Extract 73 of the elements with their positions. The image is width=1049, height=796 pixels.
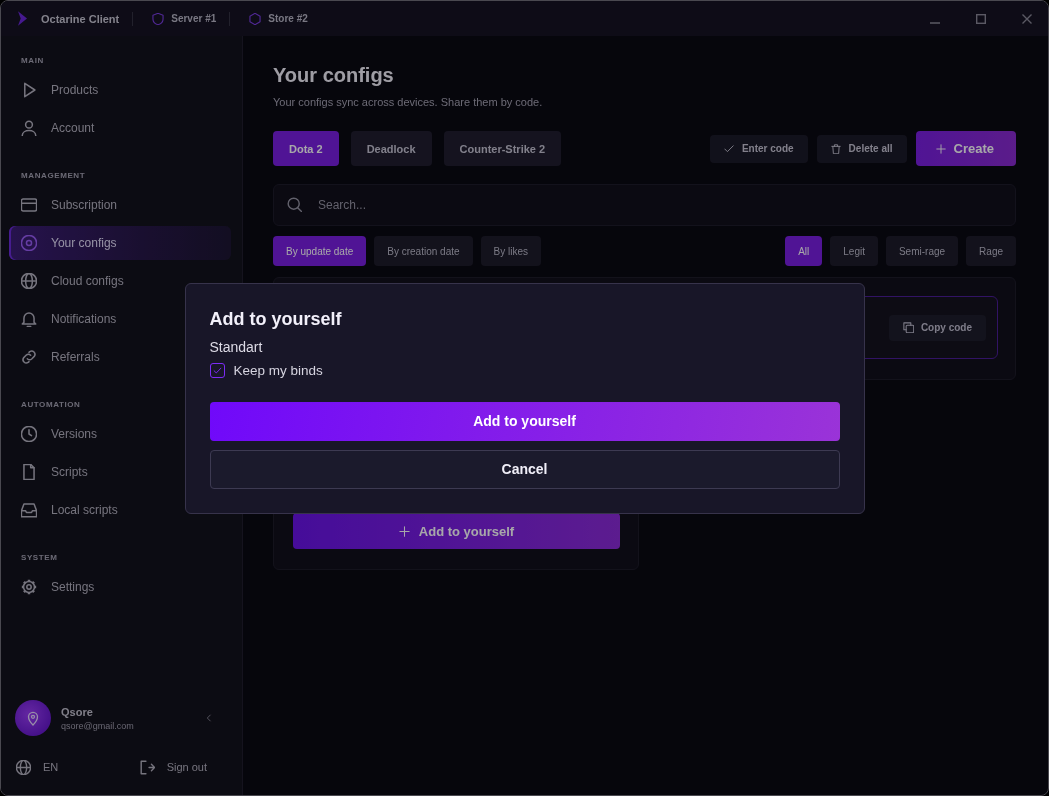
app-name: Octarine Client [41, 12, 120, 25]
card-icon [21, 197, 37, 213]
sidebar-item[interactable]: Notifications [9, 302, 129, 336]
copy-code-button[interactable]: Copy code [888, 314, 986, 341]
trash-icon [830, 143, 841, 154]
shield-icon [152, 12, 165, 25]
inbox-icon [21, 502, 37, 518]
sidebar-item[interactable]: Referrals [9, 340, 112, 374]
check-icon [212, 367, 222, 374]
title-bar-link[interactable]: Store #2 [249, 12, 308, 25]
close-icon[interactable] [1022, 13, 1032, 24]
section-label: MAIN [20, 56, 44, 66]
game-tab[interactable]: Deadlock [350, 131, 432, 166]
copy-icon [902, 322, 914, 333]
sidebar-item[interactable]: Local scripts [9, 493, 130, 527]
globe-icon [16, 759, 31, 775]
sidebar-item[interactable]: Account [9, 111, 107, 145]
sidebar-item[interactable]: Versions [9, 417, 110, 451]
check-icon [723, 143, 734, 154]
gear-icon [21, 579, 37, 595]
confirm-button[interactable]: Add to yourself [209, 401, 840, 441]
link-icon [21, 349, 37, 365]
sidebar-item[interactable]: Scripts [9, 455, 100, 489]
sidebar-item[interactable]: Settings [9, 570, 107, 604]
filter-button[interactable]: Legit [830, 236, 878, 266]
plus-icon [398, 525, 410, 537]
filter-button[interactable]: All [785, 236, 823, 266]
section-label: AUTOMATION [20, 400, 81, 410]
avatar-icon[interactable] [15, 700, 51, 736]
maximize-icon[interactable] [976, 13, 986, 24]
search-icon [287, 197, 302, 212]
action-button[interactable]: Delete all [816, 134, 907, 163]
globe-icon [21, 273, 37, 289]
sort-button[interactable]: By likes [480, 236, 541, 266]
game-tab[interactable]: Counter-Strike 2 [443, 131, 562, 166]
page-title: Your configs [273, 63, 395, 88]
add-button[interactable]: Add to yourself [293, 513, 620, 549]
create-button[interactable]: Create [915, 131, 1016, 166]
filter-button[interactable]: Semi-rage [885, 236, 959, 266]
config-name: Standart [209, 338, 264, 355]
hexagon-icon [249, 12, 262, 25]
language-button[interactable]: EN [15, 759, 59, 775]
bell-icon [21, 311, 37, 327]
chevron-left-icon [205, 713, 213, 723]
cancel-button[interactable]: Cancel [209, 449, 840, 489]
play-icon [21, 82, 37, 98]
sidebar-item[interactable]: Cloud configs [9, 264, 136, 298]
sidebar-item[interactable]: Products [9, 73, 111, 107]
checkbox-label: Keep my binds [233, 363, 323, 378]
sort-button[interactable]: By creation date [374, 236, 473, 266]
game-tab[interactable]: Dota 2 [273, 131, 339, 166]
target-icon [21, 235, 37, 251]
plus-icon [935, 143, 946, 154]
modal-title: Add to yourself [209, 307, 343, 330]
clock-icon [21, 426, 37, 442]
sidebar-item[interactable]: Subscription [9, 188, 130, 222]
file-icon [21, 464, 37, 480]
user-name: Qsore [61, 705, 94, 718]
sort-button[interactable]: By update date [273, 236, 367, 266]
checkbox[interactable] [209, 363, 225, 378]
filter-button[interactable]: Rage [966, 236, 1016, 266]
page-subtitle: Your configs sync across devices. Share them by code. [273, 95, 544, 109]
user-email: qsore@gmail.com [61, 720, 134, 731]
section-label: SYSTEM [20, 553, 58, 563]
title-bar-link[interactable]: Server #1 [152, 12, 217, 25]
search-field[interactable]: Search... [273, 184, 1016, 226]
sign-out-button[interactable]: Sign out [138, 759, 207, 775]
sidebar-item[interactable]: Your configs [9, 226, 231, 260]
action-button[interactable]: Enter code [709, 134, 808, 163]
logo-icon [18, 11, 27, 26]
section-label: MANAGEMENT [20, 171, 86, 181]
logout-icon [139, 759, 155, 775]
user-icon [21, 120, 37, 136]
